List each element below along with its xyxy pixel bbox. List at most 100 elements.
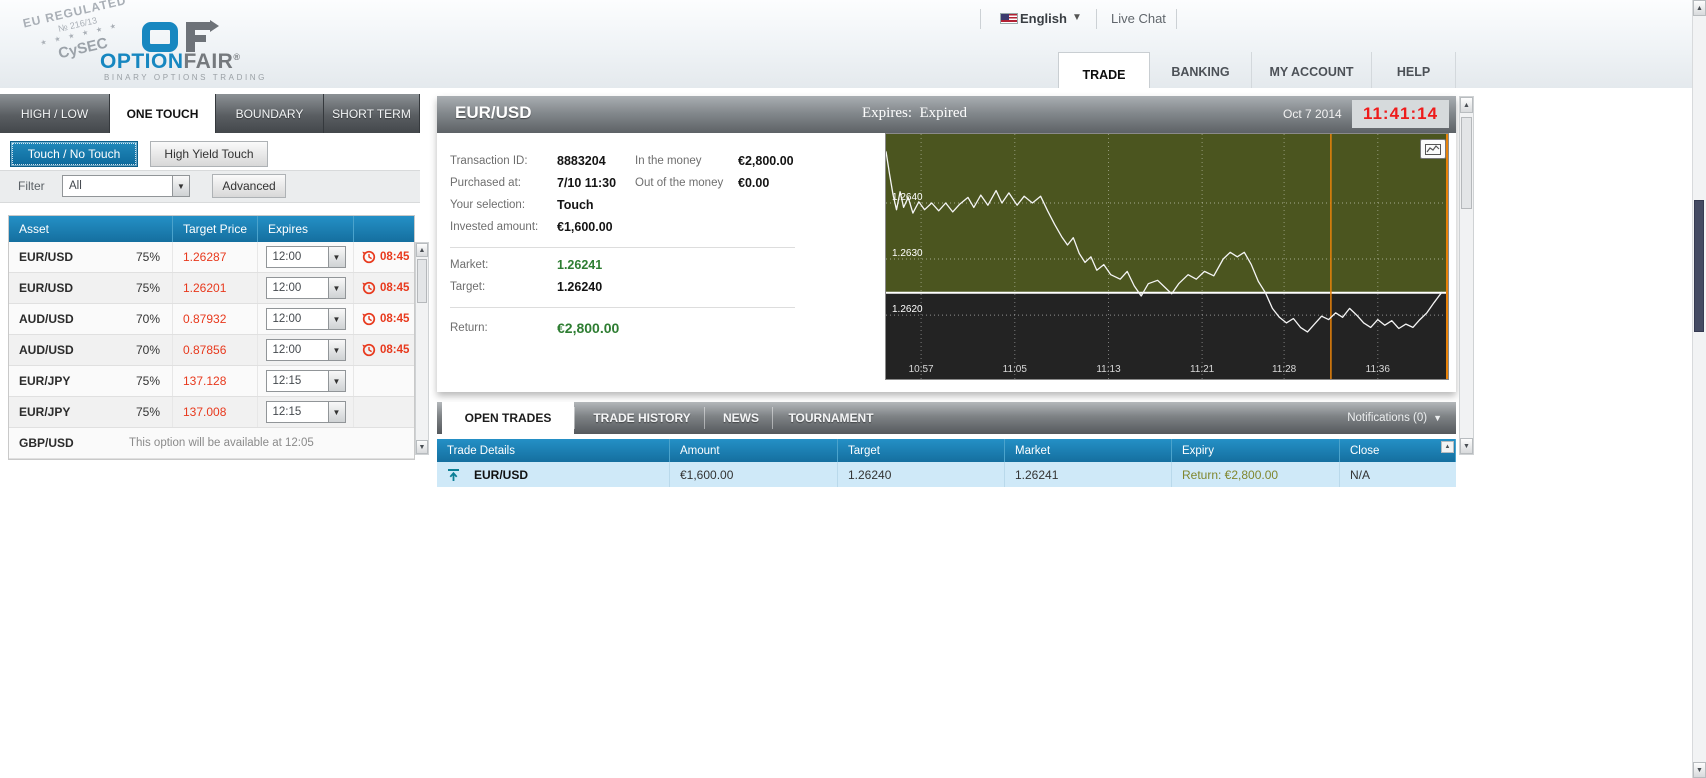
countdown-cell: 08:45 xyxy=(354,273,414,303)
transaction-id-value: 8883204 xyxy=(557,154,606,168)
line-chart-icon xyxy=(1425,143,1441,155)
expires-select[interactable]: 12:00 ▼ xyxy=(265,339,346,361)
live-chat-link[interactable]: Live Chat xyxy=(1111,11,1166,26)
scroll-down-icon[interactable]: ▼ xyxy=(1460,438,1473,454)
expires-value: 12:00 xyxy=(272,282,302,294)
svg-text:11:05: 11:05 xyxy=(1003,364,1028,375)
asset-name: EUR/USD xyxy=(19,250,74,264)
content-scrollbar[interactable]: ▲ ▼ xyxy=(1459,96,1474,455)
scroll-down-icon[interactable]: ▼ xyxy=(416,440,428,454)
countdown-clock-icon xyxy=(362,312,376,326)
scroll-up-icon[interactable]: ▲ xyxy=(1693,0,1706,16)
nav-tab-banking[interactable]: BANKING xyxy=(1150,52,1252,92)
logo-arrow-icon xyxy=(210,20,219,32)
countdown-cell: 08:45 xyxy=(354,242,414,272)
target-price: 0.87932 xyxy=(173,304,258,334)
advanced-button[interactable]: Advanced xyxy=(212,174,286,198)
countdown-time: 08:45 xyxy=(380,251,410,263)
countdown-time: 08:45 xyxy=(380,344,410,356)
trades-col-header: Close xyxy=(1340,439,1456,462)
nav-tab-help[interactable]: HELP xyxy=(1372,52,1456,92)
bottom-tab-open-trades[interactable]: OPEN TRADES xyxy=(442,402,574,434)
expires-select[interactable]: 12:00 ▼ xyxy=(265,277,346,299)
language-selector[interactable]: English xyxy=(1020,11,1067,26)
asset-row-eur-usd[interactable]: EUR/USD 75% 1.26201 12:00 ▼ 08:45 xyxy=(9,273,414,304)
out-money-label: Out of the money xyxy=(635,177,724,189)
tab-separator xyxy=(574,407,575,429)
chevron-down-icon[interactable]: ▼ xyxy=(327,340,345,360)
expires-select[interactable]: 12:00 ▼ xyxy=(265,246,346,268)
bottom-tab-tournament[interactable]: TOURNAMENT xyxy=(778,402,884,434)
countdown-clock-icon xyxy=(362,343,376,357)
chevron-down-icon[interactable]: ▼ xyxy=(327,278,345,298)
page-scrollbar[interactable]: ▲ ▼ xyxy=(1692,0,1706,778)
scrollbar-thumb[interactable] xyxy=(1461,117,1472,209)
countdown-time: 08:45 xyxy=(380,282,410,294)
instrument-tab-boundary[interactable]: BOUNDARY xyxy=(216,94,324,133)
trades-col-header: Trade Details xyxy=(437,439,670,462)
svg-text:1.2620: 1.2620 xyxy=(892,304,923,315)
asset-name: EUR/JPY xyxy=(19,374,71,388)
chevron-down-icon[interactable]: ▼ xyxy=(327,371,345,391)
notifications-toggle[interactable]: Notifications (0) ▼ xyxy=(1347,402,1442,434)
open-trade-row[interactable]: EUR/USD €1,600.00 1.26240 1.26241 Return: €2… xyxy=(437,462,1456,487)
countdown-cell: 08:45 xyxy=(354,304,414,334)
expires-value: 12:00 xyxy=(272,251,302,263)
countdown-cell xyxy=(354,397,414,427)
asset-row-aud-usd[interactable]: AUD/USD 70% 0.87932 12:00 ▼ 08:45 xyxy=(9,304,414,335)
asset-row-aud-usd[interactable]: AUD/USD 70% 0.87856 12:00 ▼ 08:45 xyxy=(9,335,414,366)
touch-no-touch-button[interactable]: Touch / No Touch xyxy=(10,141,138,167)
expires-select[interactable]: 12:00 ▼ xyxy=(265,308,346,330)
asset-name: EUR/JPY xyxy=(19,405,71,419)
brand-option: OPTION xyxy=(100,50,184,73)
scroll-down-icon[interactable]: ▼ xyxy=(1693,762,1706,778)
trade-target: 1.26240 xyxy=(838,462,1005,487)
filter-select-value: All xyxy=(69,180,82,192)
asset-row-eur-jpy[interactable]: EUR/JPY 75% 137.008 12:15 ▼ xyxy=(9,397,414,428)
expires-value: 12:15 xyxy=(272,375,302,387)
scrollbar-thumb[interactable] xyxy=(1694,200,1704,332)
chevron-down-icon[interactable]: ▼ xyxy=(327,309,345,329)
svg-text:11:36: 11:36 xyxy=(1366,364,1391,375)
tab-separator xyxy=(704,407,705,429)
in-money-value: €2,800.00 xyxy=(738,154,794,168)
filter-select[interactable]: All ▼ xyxy=(62,175,190,197)
chevron-down-icon[interactable]: ▼ xyxy=(327,402,345,422)
instrument-tab-one-touch[interactable]: ONE TOUCH xyxy=(110,94,216,133)
trade-panel-header: EUR/USD Expires: Expired Oct 7 2014 11:4… xyxy=(437,96,1456,133)
brand-wordmark[interactable]: OPTIONFAIR® xyxy=(100,50,241,74)
instrument-tab-high-low[interactable]: HIGH / LOW xyxy=(0,94,110,133)
high-yield-touch-button[interactable]: High Yield Touch xyxy=(150,141,268,167)
invested-value: €1,600.00 xyxy=(557,220,613,234)
expires-value: 12:15 xyxy=(272,406,302,418)
scroll-up-icon[interactable]: ▲ xyxy=(1441,441,1454,453)
touch-trade-icon xyxy=(448,468,459,481)
asset-row-eur-jpy[interactable]: EUR/JPY 75% 137.128 12:15 ▼ xyxy=(9,366,414,397)
scroll-up-icon[interactable]: ▲ xyxy=(1460,97,1473,113)
scrollbar-thumb[interactable] xyxy=(417,259,427,303)
invested-label: Invested amount: xyxy=(450,221,539,233)
expires-value: 12:00 xyxy=(272,313,302,325)
nav-tab-my-account[interactable]: MY ACCOUNT xyxy=(1252,52,1372,92)
chart-type-button[interactable] xyxy=(1420,139,1446,159)
scroll-up-icon[interactable]: ▲ xyxy=(416,243,428,257)
asset-col-header: Expires xyxy=(258,216,354,242)
selection-label: Your selection: xyxy=(450,199,526,211)
expires-select[interactable]: 12:15 ▼ xyxy=(265,370,346,392)
market-value: 1.26241 xyxy=(557,258,603,272)
bottom-tab-news[interactable]: NEWS xyxy=(710,402,772,434)
expires-select[interactable]: 12:15 ▼ xyxy=(265,401,346,423)
header-divider xyxy=(980,9,981,29)
chevron-down-icon: ▼ xyxy=(1433,413,1442,423)
asset-row-eur-usd[interactable]: EUR/USD 75% 1.26287 12:00 ▼ 08:45 xyxy=(9,242,414,273)
bottom-tab-trade-history[interactable]: TRADE HISTORY xyxy=(580,402,704,434)
chevron-down-icon[interactable]: ▼ xyxy=(172,176,189,196)
asset-table-scrollbar[interactable]: ▲ ▼ xyxy=(415,242,429,455)
chevron-down-icon[interactable]: ▼ xyxy=(327,247,345,267)
open-trades-header: Trade Details Amount Target Market Expiry Clo… xyxy=(437,439,1456,462)
instrument-tab-short-term[interactable]: SHORT TERM xyxy=(324,94,420,133)
svg-text:11:13: 11:13 xyxy=(1096,364,1121,375)
chevron-down-icon[interactable]: ▼ xyxy=(1072,12,1082,23)
asset-row-gbp-usd[interactable]: GBP/USD This option will be available at … xyxy=(9,428,414,459)
asset-col-header: Target Price xyxy=(173,216,258,242)
